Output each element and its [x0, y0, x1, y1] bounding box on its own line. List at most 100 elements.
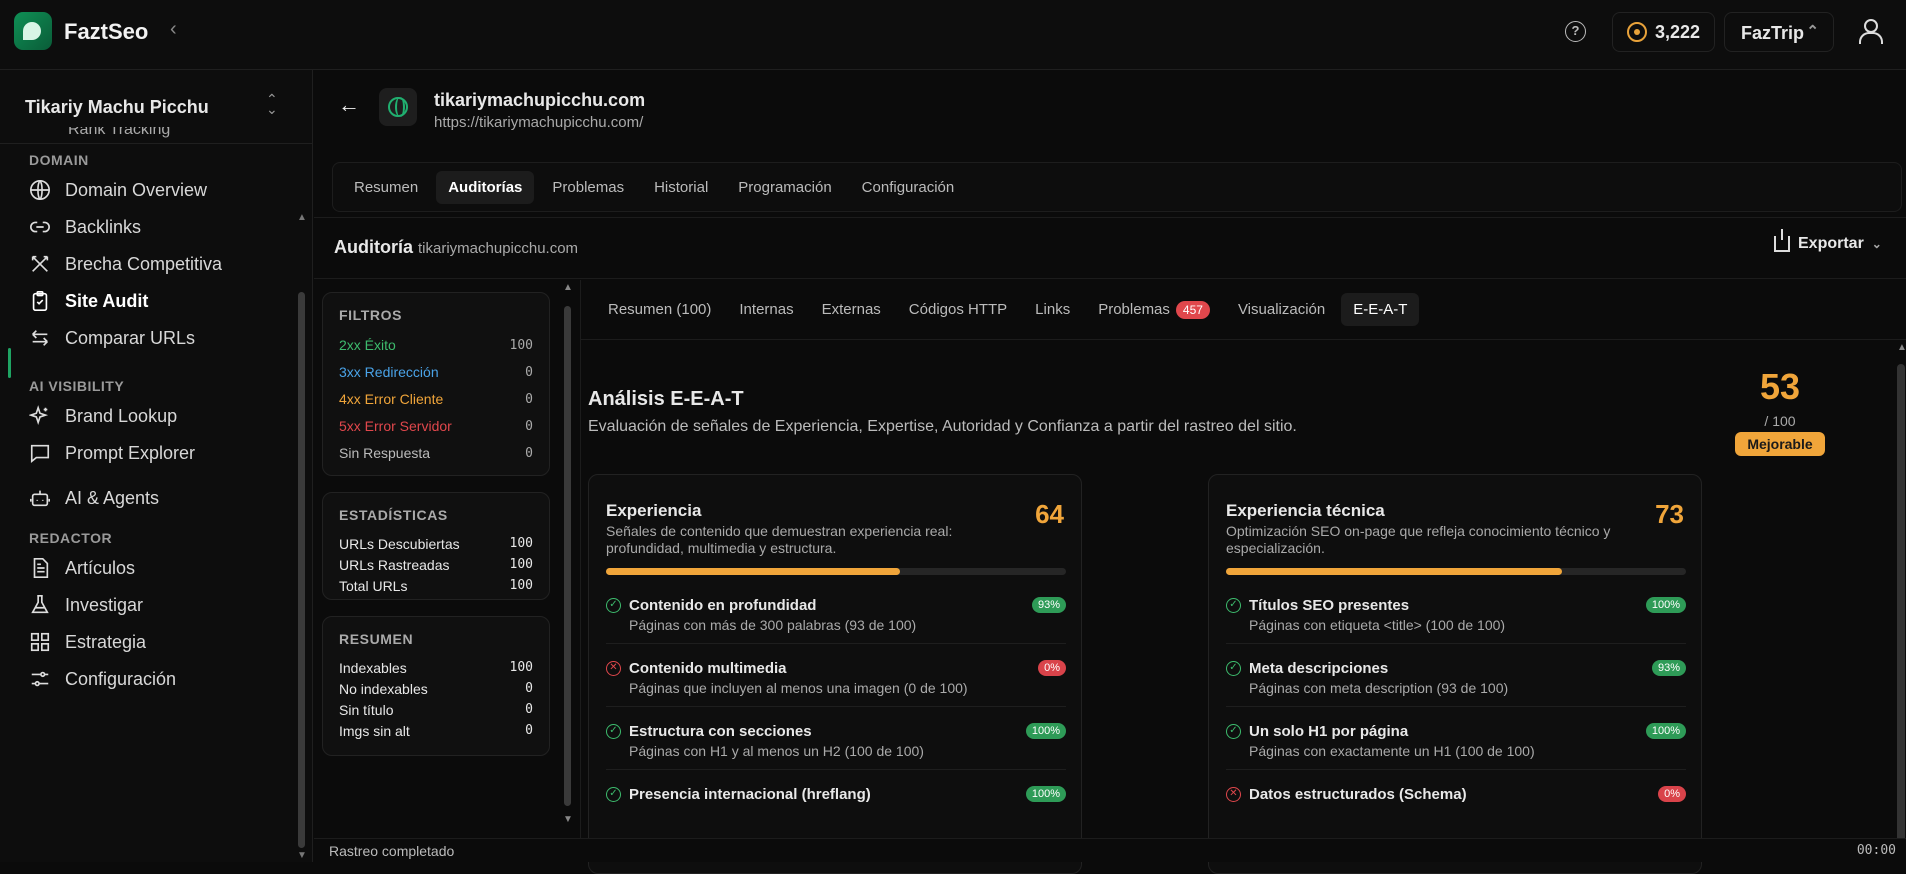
sidebar-item-brand-lookup[interactable]: Brand Lookup	[29, 401, 177, 431]
chevron-updown-icon[interactable]: ⌃ ⌄	[266, 92, 278, 116]
sidebar-item-brecha-competitiva[interactable]: Brecha Competitiva	[29, 249, 222, 279]
project-name[interactable]: Tikariy Machu Picchu	[25, 97, 209, 118]
faztseo-logo-icon[interactable]	[14, 12, 52, 50]
export-label: Exportar	[1798, 235, 1864, 252]
sidebar-item-label: AI & Agents	[65, 487, 160, 508]
sidebar-scrollbar[interactable]	[298, 292, 305, 848]
eeat-title: Análisis E-E-A-T	[588, 388, 744, 410]
sidebar-item-label: Investigar	[65, 594, 144, 615]
collapse-sidebar-icon[interactable]: ‹	[170, 18, 177, 41]
sidebar-item-investigar[interactable]: Investigar	[29, 590, 143, 620]
sidebar-item-configuracion[interactable]: Configuración	[29, 664, 176, 694]
filters-scroll-up[interactable]: ▲	[563, 282, 573, 293]
filter-label: 5xx Error Servidor	[339, 418, 452, 434]
help-icon[interactable]: ?	[1565, 21, 1586, 42]
site-url[interactable]: https://tikariymachupicchu.com/	[434, 114, 643, 131]
summary-row: Indexables 100	[339, 657, 533, 678]
tab-auditorias[interactable]: Auditorías	[436, 170, 535, 204]
tab-resumen[interactable]: Resumen	[342, 171, 430, 204]
active-indicator	[8, 348, 11, 378]
org-switcher[interactable]: FazTrip ⌃	[1724, 12, 1834, 52]
sidebar-item-label: Brand Lookup	[65, 405, 178, 426]
filters-scroll-down[interactable]: ▼	[563, 814, 573, 825]
sidebar-item-estrategia[interactable]: Estrategia	[29, 627, 146, 657]
subtab-problemas[interactable]: Problemas 457	[1086, 293, 1222, 327]
divider	[1226, 643, 1686, 644]
summary-row: No indexables 0	[339, 678, 533, 699]
sidebar-item-label: Artículos	[65, 557, 136, 578]
sidebar-item-articulos[interactable]: Artículos	[29, 553, 135, 583]
subtab-links[interactable]: Links	[1023, 293, 1082, 326]
arrows-compare-icon	[32, 330, 48, 346]
eeat-card-experiencia: Experiencia Señales de contenido que dem…	[588, 474, 1082, 874]
sidebar-item-rank-tracking[interactable]: Rank Tracking	[68, 127, 170, 139]
filter-2xx[interactable]: 2xx Éxito 100	[339, 333, 533, 357]
summary-label: Sin título	[339, 701, 394, 718]
tab-problemas[interactable]: Problemas	[540, 171, 636, 204]
section-domain: DOMAIN	[29, 152, 89, 168]
filters-card: FILTROS 2xx Éxito 100 3xx Redirección 0 …	[322, 292, 550, 476]
stats-card: ESTADÍSTICAS URLs Descubiertas 100 URLs R…	[322, 492, 550, 600]
panel-scrollbar[interactable]	[1897, 364, 1905, 852]
user-icon[interactable]	[1858, 19, 1883, 44]
scroll-down-arrow[interactable]: ▼	[297, 850, 307, 861]
check-detail: Páginas con meta description (93 de 100)	[1249, 680, 1509, 696]
credits-button[interactable]: 3,222	[1612, 12, 1716, 52]
coins-icon	[1627, 22, 1647, 42]
tab-historial[interactable]: Historial	[642, 171, 720, 204]
scroll-up-arrow[interactable]: ▲	[297, 212, 307, 223]
sidebar-item-label: Backlinks	[65, 216, 142, 237]
filter-5xx[interactable]: 5xx Error Servidor 0	[339, 414, 533, 438]
back-arrow-icon[interactable]: ←	[338, 92, 360, 118]
check-detail: Páginas con H1 y al menos un H2 (100 de …	[629, 743, 924, 759]
subtab-codigos-http[interactable]: Códigos HTTP	[897, 293, 1019, 326]
check-item: ✓ Un solo H1 por página Páginas con exacta…	[1226, 721, 1686, 773]
subtab-internas[interactable]: Internas	[727, 293, 805, 326]
check-item: ✓ Presencia internacional (hreflang) 100%	[606, 784, 1066, 836]
tab-configuracion[interactable]: Configuración	[850, 171, 967, 204]
sidebar-item-ai-agents[interactable]: AI & Agents	[29, 483, 159, 513]
sidebar-item-label: Comparar URLs	[65, 327, 196, 348]
crossed-swords-icon	[31, 255, 49, 272]
tab-programacion[interactable]: Programación	[726, 171, 843, 204]
download-icon	[1774, 229, 1790, 252]
sidebar-item-label: Brecha Competitiva	[65, 253, 223, 274]
filter-value: 0	[525, 364, 533, 380]
check-percent-badge: 0%	[1038, 660, 1066, 676]
filter-3xx[interactable]: 3xx Redirección 0	[339, 360, 533, 384]
rating-badge: Mejorable	[1735, 432, 1825, 456]
summary-card: RESUMEN Indexables 100 No indexables 0 Sin…	[322, 616, 550, 756]
subtab-eeat[interactable]: E-E-A-T	[1341, 293, 1420, 326]
subtab-externas[interactable]: Externas	[810, 293, 893, 326]
summary-label: Indexables	[339, 659, 407, 676]
stat-label: URLs Descubiertas	[339, 535, 460, 552]
sidebar-item-domain-overview[interactable]: Domain Overview	[29, 175, 207, 205]
export-button[interactable]: Exportar ⌄	[1774, 229, 1882, 253]
status-bar: Rastreo completado 00:00	[314, 838, 1906, 862]
document-icon	[33, 558, 49, 578]
sidebar-item-comparar-urls[interactable]: Comparar URLs	[29, 323, 195, 353]
check-name: Datos estructurados (Schema)	[1249, 786, 1467, 803]
stat-value: 100	[509, 536, 533, 551]
sidebar-item-label: Configuración	[65, 668, 177, 689]
filters-scrollbar[interactable]	[564, 306, 571, 806]
sidebar-item-label: Prompt Explorer	[65, 442, 196, 463]
subtab-label: Códigos HTTP	[908, 301, 1008, 318]
sidebar-item-label: Domain Overview	[65, 179, 208, 200]
divider	[606, 643, 1066, 644]
sidebar-item-site-audit[interactable]: Site Audit	[29, 286, 148, 316]
subtab-resumen[interactable]: Resumen (100)	[596, 293, 723, 326]
stats-title: ESTADÍSTICAS	[339, 507, 448, 523]
subtab-label: Resumen (100)	[608, 301, 712, 318]
subtab-visualizacion[interactable]: Visualización	[1226, 293, 1337, 326]
sidebar-item-prompt-explorer[interactable]: Prompt Explorer	[29, 438, 195, 468]
check-name: Contenido en profundidad	[629, 597, 817, 614]
filter-no-response[interactable]: Sin Respuesta 0	[339, 441, 533, 465]
check-percent-badge: 100%	[1025, 723, 1066, 739]
x-circle-icon: ✕	[1226, 787, 1241, 802]
sidebar-item-backlinks[interactable]: Backlinks	[29, 212, 141, 242]
filter-4xx[interactable]: 4xx Error Cliente 0	[339, 387, 533, 411]
chat-icon	[30, 444, 50, 463]
check-item: ✓ Meta descripciones Páginas con meta desc…	[1226, 658, 1686, 710]
panel-scroll-up[interactable]: ▲	[1897, 342, 1906, 353]
